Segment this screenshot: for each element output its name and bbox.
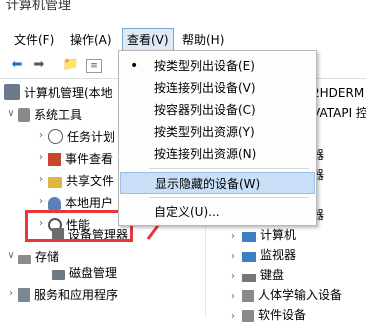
device-computer-label: 计算机 (260, 228, 297, 242)
bullet-icon: • (130, 58, 139, 74)
keyboard-icon (242, 274, 256, 282)
chevron-right-icon[interactable]: › (228, 267, 238, 287)
annotation-highlight-box (25, 210, 133, 242)
view-menu-item-devices-by-container[interactable]: 按容器列出设备(C) (120, 99, 315, 121)
chevron-right-icon[interactable]: › (228, 227, 238, 247)
chevron-right-icon[interactable]: › (6, 288, 16, 299)
view-menu-item-label: 按容器列出设备(C) (154, 103, 256, 117)
menu-bar: 文件(F) 操作(A) 查看(V) 帮助(H) (0, 26, 366, 53)
chevron-down-icon[interactable]: ∨ (6, 250, 16, 261)
hid-icon (242, 290, 254, 302)
tree-storage-label: 存储 (35, 250, 60, 264)
chevron-right-icon[interactable]: › (36, 130, 46, 141)
view-menu-item-resources-by-connection[interactable]: 按连接列出资源(N) (120, 143, 315, 165)
tree-local-users-label: 本地用户 (65, 196, 114, 210)
device-monitor-label: 监视器 (260, 248, 297, 262)
view-menu-item-devices-by-type[interactable]: • 按类型列出设备(E) (120, 55, 315, 77)
computer-icon (242, 232, 256, 242)
view-menu-item-label: 显示隐藏的设备(W) (155, 177, 261, 191)
chevron-right-icon[interactable]: › (36, 152, 46, 163)
window-title: 计算机管理 (6, 0, 72, 13)
menu-file[interactable]: 文件(F) (10, 30, 58, 50)
clock-icon (48, 129, 63, 144)
device-monitor[interactable]: › 监视器 (228, 245, 296, 265)
menu-separator (149, 168, 309, 169)
forward-arrow-icon[interactable]: ➡ (30, 56, 48, 74)
tree-task-scheduler-label: 任务计划 (67, 130, 116, 144)
chevron-right-icon[interactable]: › (228, 287, 238, 307)
tree-root[interactable]: 计算机管理(本地 (4, 83, 113, 103)
device-hid-label: 人体学输入设备 (258, 288, 343, 302)
tree-disk-management[interactable]: 磁盘管理 (52, 263, 117, 283)
device-keyboard[interactable]: › 键盘 (228, 265, 284, 285)
shared-folder-icon (48, 177, 62, 188)
chevron-right-icon[interactable]: › (36, 196, 46, 207)
back-arrow-icon[interactable]: ⬅ (8, 56, 26, 74)
tree-task-scheduler[interactable]: 任务计划 (48, 127, 115, 147)
device-software[interactable]: › 软件设备 (228, 305, 306, 325)
tree-services-apps-label: 服务和应用程序 (34, 288, 119, 302)
tree-event-viewer[interactable]: 事件查看 (48, 149, 113, 169)
services-icon (18, 288, 30, 302)
tree-event-viewer-label: 事件查看 (65, 152, 114, 166)
chevron-right-icon[interactable]: › (228, 307, 238, 327)
tree-system-tools-label: 系统工具 (34, 108, 83, 122)
menu-separator (149, 197, 309, 198)
storage-icon (18, 255, 31, 264)
monitor-icon (242, 252, 256, 262)
folder-up-icon[interactable]: 📁 (62, 56, 80, 74)
view-menu-item-devices-by-connection[interactable]: 按连接列出设备(V) (120, 77, 315, 99)
users-icon (48, 197, 61, 210)
device-software-label: 软件设备 (258, 308, 307, 322)
chevron-right-icon[interactable]: › (228, 247, 238, 267)
event-viewer-icon (48, 153, 61, 166)
tree-services-apps[interactable]: 服务和应用程序 (18, 285, 118, 305)
device-computer[interactable]: › 计算机 (228, 225, 296, 245)
view-menu-item-show-hidden-devices[interactable]: 显示隐藏的设备(W) (120, 172, 315, 194)
tree-shared-folders-label: 共享文件 (66, 174, 115, 188)
software-device-icon (242, 310, 254, 322)
view-menu-item-resources-by-type[interactable]: 按类型列出资源(Y) (120, 121, 315, 143)
view-menu-item-label: 按类型列出资源(Y) (154, 125, 255, 139)
view-menu-item-label: 按类型列出设备(E) (154, 59, 255, 73)
computer-management-icon (4, 84, 20, 100)
device-root-text: 2HDERM (312, 86, 365, 100)
tools-icon (18, 108, 30, 122)
device-keyboard-label: 键盘 (260, 268, 285, 282)
ata-controller-text: VATAPI 控 (312, 106, 366, 120)
menu-view[interactable]: 查看(V) (122, 28, 174, 52)
menu-help[interactable]: 帮助(H) (178, 30, 228, 50)
view-menu-item-customize[interactable]: 自定义(U)... (120, 201, 315, 223)
menu-action[interactable]: 操作(A) (66, 30, 116, 50)
view-menu-item-label: 按连接列出资源(N) (154, 147, 257, 161)
disk-icon (52, 270, 65, 280)
tree-system-tools[interactable]: 系统工具 (18, 105, 82, 125)
chevron-right-icon[interactable]: › (36, 174, 46, 185)
tree-disk-management-label: 磁盘管理 (69, 266, 118, 280)
view-menu-item-label: 自定义(U)... (154, 205, 220, 219)
tree-root-label: 计算机管理(本地 (24, 86, 113, 100)
view-menu-item-label: 按连接列出设备(V) (154, 81, 256, 95)
view-menu-dropdown: • 按类型列出设备(E) 按连接列出设备(V) 按容器列出设备(C) 按类型列出… (118, 50, 317, 226)
console-tree-icon[interactable]: ≡ (86, 59, 102, 73)
device-hid[interactable]: › 人体学输入设备 (228, 285, 342, 305)
tree-shared-folders[interactable]: 共享文件 (48, 171, 114, 191)
title-bar: 计算机管理 (0, 0, 366, 26)
chevron-down-icon[interactable]: ∨ (6, 108, 16, 119)
